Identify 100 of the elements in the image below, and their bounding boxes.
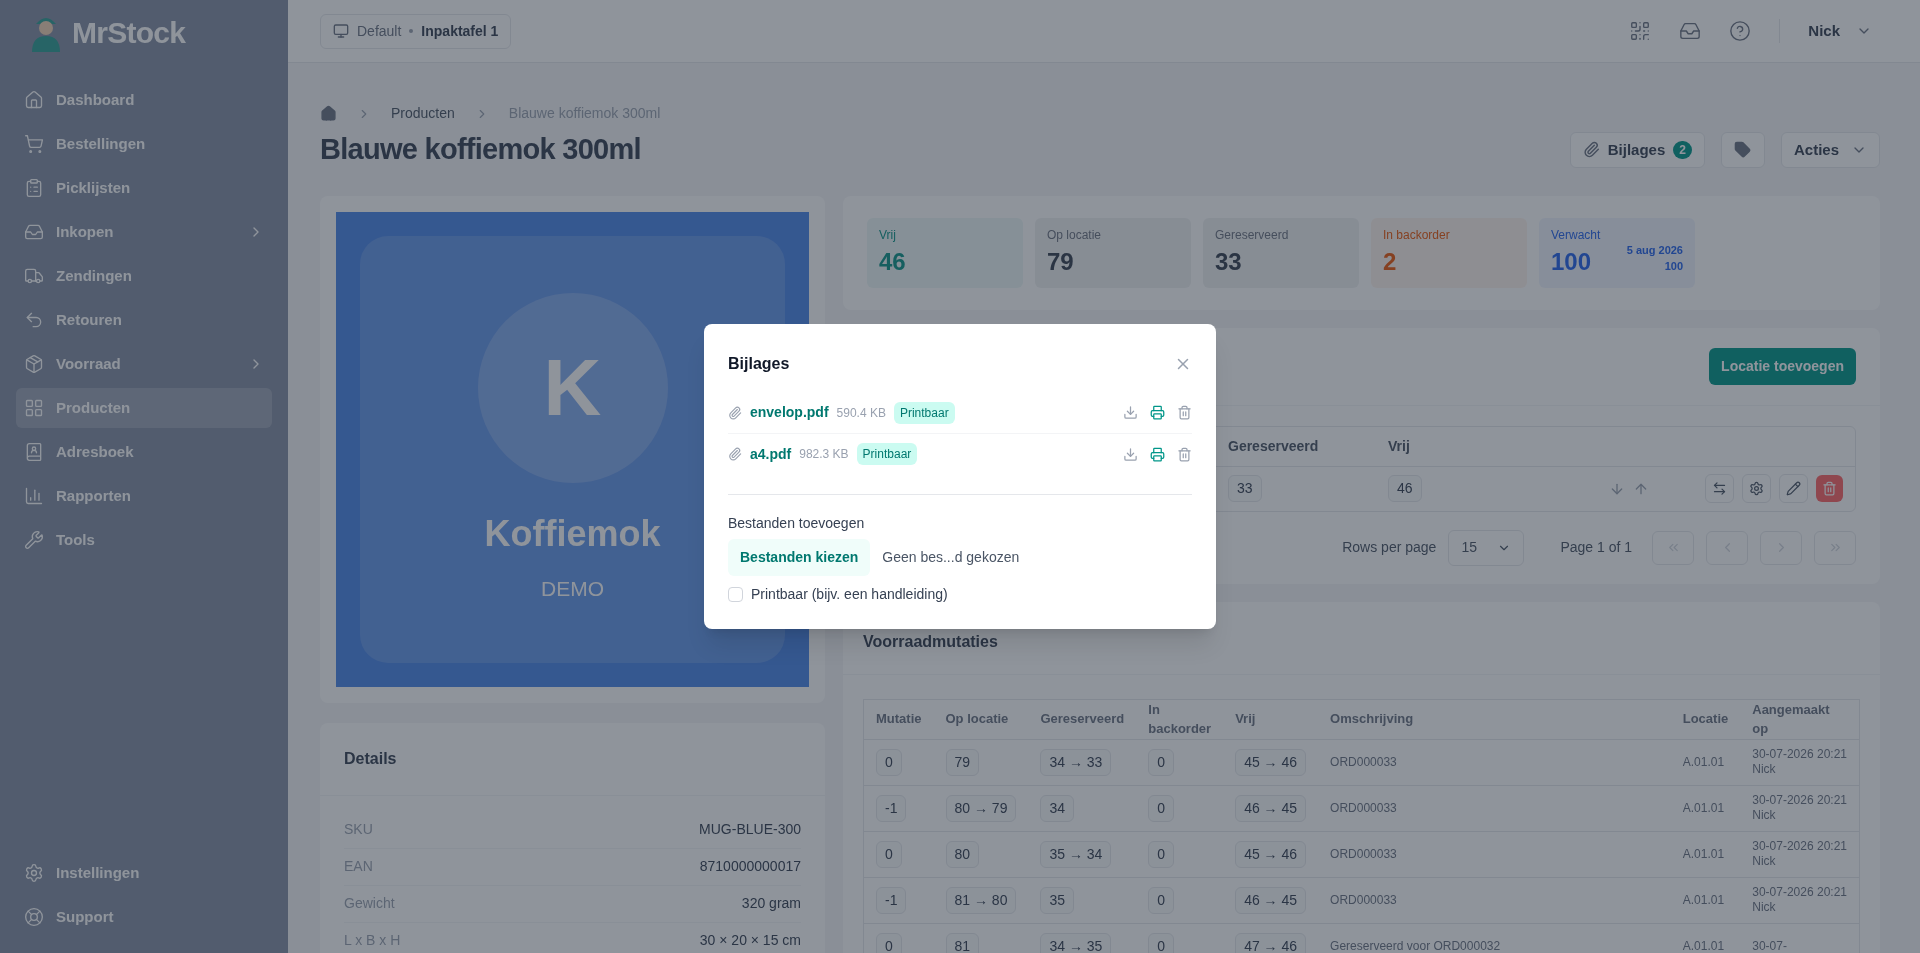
value-chip: 46 — [1388, 475, 1422, 502]
trash-icon[interactable] — [1177, 446, 1192, 462]
value-chip: 47 → 46 — [1235, 932, 1307, 953]
qr-code-icon[interactable] — [1629, 20, 1652, 42]
table-cell: A.01.01 — [1670, 831, 1741, 877]
detail-value: 30 × 20 × 15 cm — [699, 931, 801, 950]
table-cell: 30-07-2026 20:21 Nick — [1740, 831, 1860, 877]
stat-label: Gereserveerd — [1215, 226, 1289, 244]
table-cell: 30-07-2026 20:21 Nick — [1740, 877, 1860, 923]
download-icon[interactable] — [1123, 405, 1138, 420]
column-header: Mutatie — [863, 699, 934, 739]
printer-icon[interactable] — [1150, 446, 1165, 462]
bar-chart-icon — [24, 486, 44, 506]
column-header: Vrij — [1388, 436, 1411, 456]
download-icon[interactable] — [1123, 446, 1138, 462]
value-chip: 80 → 79 — [945, 794, 1017, 822]
file-link[interactable]: envelop.pdf — [750, 402, 829, 423]
sidebar-item[interactable]: Rapporten — [16, 476, 272, 516]
user-menu[interactable]: Nick — [1808, 19, 1872, 43]
image-initial: K — [543, 342, 602, 435]
value-chip: 45 → 46 — [1235, 840, 1307, 868]
tag-button[interactable] — [1720, 131, 1765, 168]
value-chip: 34 → 33 — [1040, 748, 1112, 776]
workstation-selector[interactable]: Default Inpaktafel 1 — [320, 13, 512, 49]
edit-button[interactable] — [1779, 474, 1808, 503]
card-title: Details — [344, 749, 397, 767]
printable-badge: Printbaar — [856, 443, 918, 465]
sidebar-item[interactable]: Zendingen — [16, 256, 272, 296]
table-cell: A.01.01 — [1670, 785, 1741, 831]
value-chip: 33 — [1228, 475, 1262, 502]
truck-icon — [24, 266, 44, 286]
column-header: Omschrijving — [1318, 699, 1671, 739]
sidebar-item[interactable]: Bestellingen — [16, 124, 272, 164]
help-icon[interactable] — [1729, 20, 1752, 42]
value-chip: 0 — [876, 932, 902, 953]
add-location-button[interactable]: Locatie toevoegen — [1709, 347, 1856, 385]
table-cell: 30-07-2026 20:21 Nick — [1740, 739, 1860, 785]
value-chip: 79 — [945, 748, 980, 776]
value-chip: 45 → 46 — [1235, 748, 1307, 776]
column-header: Aangemaakt op — [1740, 699, 1860, 739]
column-header: Op locatie — [933, 699, 1029, 739]
table-cell: ORD000033 — [1318, 785, 1671, 831]
address-book-icon — [24, 442, 44, 462]
choose-files-button[interactable]: Bestanden kiezen — [728, 539, 871, 576]
settings-icon — [1749, 481, 1764, 496]
settings-button[interactable] — [1742, 474, 1771, 503]
trash-icon[interactable] — [1177, 405, 1192, 420]
stat-label: Vrij — [879, 226, 897, 244]
value-chip: 35 — [1040, 886, 1074, 914]
settings-icon — [24, 863, 44, 883]
table-cell: ORD000033 — [1318, 831, 1671, 877]
lifebuoy-icon — [24, 907, 44, 927]
image-caption: Koffiemok — [484, 512, 661, 557]
value-chip: 81 — [945, 932, 980, 953]
wrench-icon — [24, 530, 44, 550]
value-chip: 0 — [1148, 932, 1175, 953]
value-chip: 0 — [1148, 886, 1175, 914]
cart-icon — [24, 134, 44, 154]
paperclip-icon — [728, 447, 742, 461]
delete-button[interactable] — [1816, 475, 1843, 502]
transfer-button[interactable] — [1705, 474, 1734, 503]
sidebar-item[interactable]: Retouren — [16, 300, 272, 340]
printer-icon[interactable] — [1150, 405, 1165, 420]
dialog-title: Bijlages — [728, 354, 790, 374]
table-cell: 30-07-2026 20:21 Nick — [1740, 785, 1860, 831]
stat-value: 33 — [1215, 246, 1243, 277]
trash-icon — [1822, 481, 1837, 496]
stat-value: 46 — [879, 246, 906, 277]
stat-label: Op locatie — [1047, 226, 1102, 244]
image-label: DEMO — [541, 576, 604, 603]
value-chip: 34 — [1040, 794, 1074, 822]
value-chip: 0 — [876, 748, 902, 776]
monitor-icon — [333, 23, 349, 39]
expected-quantity: 100 — [1664, 259, 1683, 274]
sidebar-item[interactable]: Support — [16, 897, 272, 937]
section-label: Bestanden toevoegen — [728, 515, 865, 531]
actions-button[interactable]: Acties — [1780, 131, 1880, 168]
printable-badge: Printbaar — [893, 401, 955, 424]
sidebar-item[interactable]: Voorraad — [16, 344, 272, 384]
sidebar-item[interactable]: Tools — [16, 520, 272, 560]
sidebar-item[interactable]: Adresboek — [16, 432, 272, 472]
printable-checkbox[interactable] — [728, 587, 743, 602]
breadcrumb-link[interactable]: Producten — [391, 103, 455, 124]
file-link[interactable]: a4.pdf — [750, 443, 792, 465]
sidebar-item[interactable]: Picklijsten — [16, 168, 272, 208]
home-icon[interactable] — [320, 105, 337, 122]
inbox-icon[interactable] — [1679, 20, 1702, 42]
rows-per-page-select[interactable]: 15 — [1448, 529, 1525, 566]
sidebar-item[interactable]: Instellingen — [16, 853, 272, 893]
no-file-text: Geen bes...d gekozen — [882, 548, 1020, 567]
column-header: In backorder — [1136, 699, 1224, 739]
stat-value: 2 — [1383, 246, 1398, 277]
value-chip: 0 — [1148, 794, 1175, 822]
detail-value: 8710000000017 — [699, 857, 801, 876]
grid-icon — [24, 398, 44, 418]
clipboard-icon — [24, 178, 44, 198]
sidebar-item[interactable]: Inkopen — [16, 212, 272, 252]
table-cell: Gereserveerd voor ORD000032 — [1318, 923, 1671, 953]
sidebar-item[interactable]: Dashboard — [16, 80, 272, 120]
attachments-button[interactable]: Bijlages 2 — [1569, 131, 1705, 168]
